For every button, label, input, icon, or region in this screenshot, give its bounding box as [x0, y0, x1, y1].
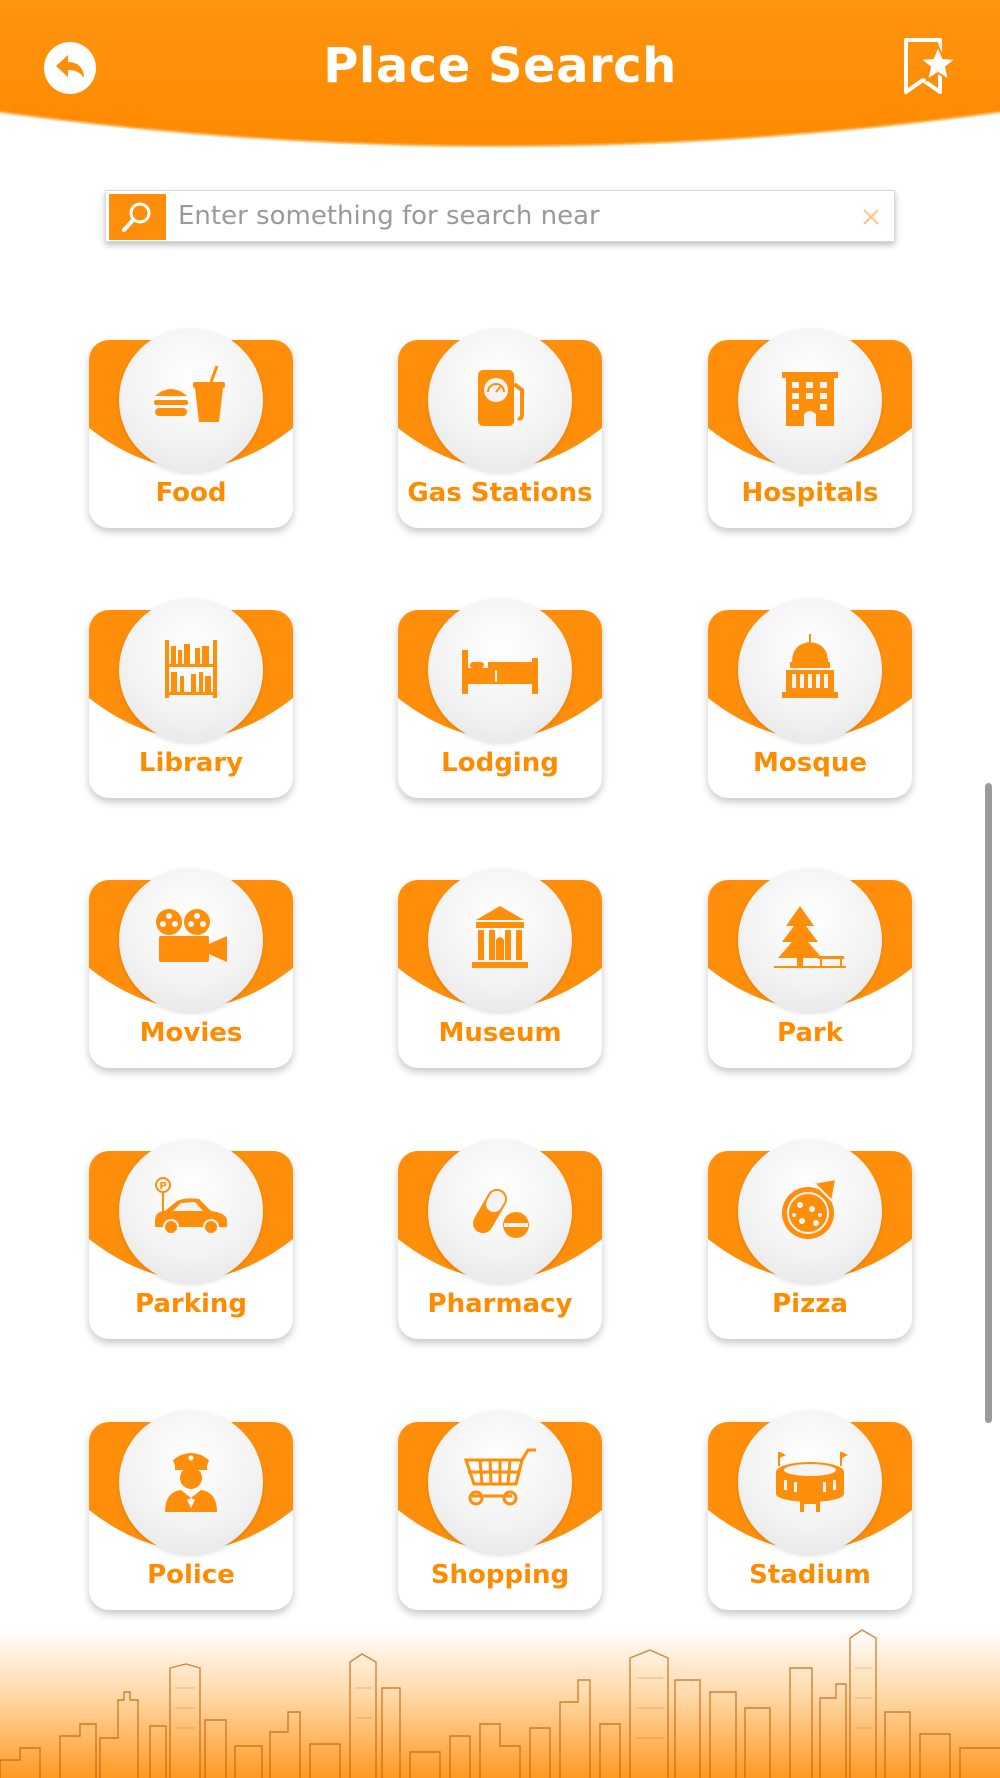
icon-circle — [428, 868, 572, 1012]
category-movies[interactable]: Movies — [89, 868, 293, 1068]
icon-circle — [119, 598, 263, 742]
category-shopping[interactable]: Shopping — [398, 1410, 602, 1610]
category-label: Shopping — [430, 1560, 570, 1590]
icon-circle — [738, 1410, 882, 1554]
category-label: Park — [776, 1018, 843, 1048]
bookshelf-icon — [165, 640, 217, 698]
category-label: Pizza — [772, 1289, 848, 1319]
category-label: Movies — [139, 1018, 243, 1048]
icon-circle — [428, 1410, 572, 1554]
category-gas-stations[interactable]: Gas Stations — [398, 328, 602, 528]
category-label: Museum — [438, 1018, 562, 1048]
category-pizza[interactable]: Pizza — [708, 1139, 912, 1339]
category-label: Parking — [134, 1289, 248, 1319]
category-label: Hospitals — [741, 478, 879, 508]
category-label: Police — [147, 1560, 235, 1590]
mosque-icon — [782, 634, 838, 698]
category-lodging[interactable]: Lodging — [398, 598, 602, 798]
category-label: Library — [138, 748, 244, 778]
tree-bench-icon — [774, 906, 846, 968]
icon-circle — [738, 328, 882, 472]
category-stadium[interactable]: Stadium — [708, 1410, 912, 1610]
pill-icon — [473, 1188, 529, 1238]
category-label: Mosque — [753, 748, 867, 778]
city-skyline-illustration — [0, 1628, 1000, 1778]
food-icon — [154, 365, 225, 422]
icon-circle — [119, 868, 263, 1012]
museum-icon — [472, 906, 528, 968]
icon-circle — [428, 1139, 572, 1283]
category-park[interactable]: Park — [708, 868, 912, 1068]
hospital-icon — [782, 372, 838, 426]
category-library[interactable]: Library — [89, 598, 293, 798]
svg-text:P: P — [159, 1181, 166, 1192]
category-label: Lodging — [441, 748, 559, 778]
icon-circle — [428, 598, 572, 742]
icon-circle — [428, 328, 572, 472]
category-label: Gas Stations — [407, 478, 593, 508]
pizza-icon — [782, 1177, 838, 1239]
category-label: Food — [155, 478, 227, 508]
category-label: Pharmacy — [427, 1289, 573, 1319]
gas-pump-icon — [478, 370, 524, 426]
icon-circle — [119, 328, 263, 472]
category-mosque[interactable]: Mosque — [708, 598, 912, 798]
bed-icon — [462, 650, 538, 694]
scrollbar[interactable] — [985, 783, 992, 1423]
category-police[interactable]: Police — [89, 1410, 293, 1610]
stadium-icon — [776, 1452, 848, 1512]
icon-circle — [738, 1139, 882, 1283]
category-hospitals[interactable]: Hospitals — [708, 328, 912, 528]
icon-circle: P — [119, 1139, 263, 1283]
category-parking[interactable]: P Parking — [89, 1139, 293, 1339]
police-officer-icon — [165, 1453, 217, 1512]
category-museum[interactable]: Museum — [398, 868, 602, 1068]
category-food[interactable]: Food — [89, 328, 293, 528]
parking-car-icon: P — [155, 1177, 227, 1235]
category-label: Stadium — [749, 1560, 871, 1590]
category-pharmacy[interactable]: Pharmacy — [398, 1139, 602, 1339]
shopping-cart-icon — [463, 1448, 536, 1506]
icon-circle — [119, 1410, 263, 1554]
icon-circle — [738, 598, 882, 742]
category-grid: Food Gas Stations Hospitals Library Lodg… — [0, 0, 1000, 1778]
movie-camera-icon — [156, 909, 227, 962]
icon-circle — [738, 868, 882, 1012]
